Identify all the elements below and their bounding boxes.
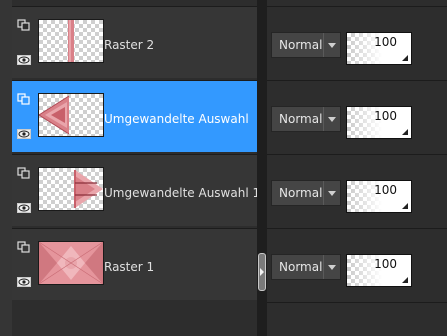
layer-list: Raster 2 Umgewandelte Auswahl Umgewandel… bbox=[12, 6, 261, 302]
layer-link-icon[interactable] bbox=[17, 19, 31, 31]
layer-name: Umgewandelte Auswahl 1 bbox=[104, 186, 261, 200]
layer-name: Raster 2 bbox=[104, 38, 155, 52]
blend-mode-dropdown[interactable]: Normal bbox=[271, 254, 341, 280]
layer-row-raster-1[interactable]: Raster 1 bbox=[12, 228, 257, 300]
layer-thumbnail bbox=[38, 93, 104, 137]
eye-icon[interactable] bbox=[17, 128, 31, 140]
blend-mode-dropdown[interactable]: Normal bbox=[271, 32, 341, 58]
layer-properties-row: Normal 100 bbox=[267, 80, 447, 152]
blend-mode-dropdown[interactable]: Normal bbox=[271, 180, 341, 206]
opacity-slider[interactable]: 100 bbox=[346, 180, 412, 213]
blend-mode-value: Normal bbox=[279, 260, 323, 274]
layer-link-icon[interactable] bbox=[17, 241, 31, 253]
eye-icon[interactable] bbox=[17, 276, 31, 288]
layer-properties-row: Normal 100 bbox=[267, 6, 447, 78]
blend-mode-value: Normal bbox=[279, 38, 323, 52]
layer-properties-column: Normal 100 Normal 100 Normal 100 Normal bbox=[267, 0, 447, 336]
opacity-slider[interactable]: 100 bbox=[346, 32, 412, 65]
opacity-value: 100 bbox=[374, 35, 397, 49]
layer-row-umgewandelte-auswahl[interactable]: Umgewandelte Auswahl bbox=[12, 80, 257, 152]
blend-mode-value: Normal bbox=[279, 112, 323, 126]
opacity-value: 100 bbox=[374, 183, 397, 197]
layer-row-raster-2[interactable]: Raster 2 bbox=[12, 6, 257, 78]
opacity-slider[interactable]: 100 bbox=[346, 106, 412, 139]
resize-corner-icon bbox=[402, 55, 408, 61]
eye-icon[interactable] bbox=[17, 202, 31, 214]
opacity-slider[interactable]: 100 bbox=[346, 254, 412, 287]
opacity-value: 100 bbox=[374, 109, 397, 123]
layer-thumbnail bbox=[38, 19, 104, 63]
resize-corner-icon bbox=[402, 203, 408, 209]
layer-link-icon[interactable] bbox=[17, 93, 31, 105]
chevron-down-icon[interactable] bbox=[323, 181, 340, 205]
layer-properties-row: Normal 100 bbox=[267, 154, 447, 226]
layer-name: Umgewandelte Auswahl bbox=[104, 112, 249, 126]
layer-properties-row-empty bbox=[267, 302, 447, 336]
layer-thumbnail bbox=[38, 167, 104, 211]
layer-thumbnail bbox=[38, 241, 104, 285]
splitter-handle-icon[interactable] bbox=[258, 253, 266, 291]
eye-icon[interactable] bbox=[17, 54, 31, 66]
layer-link-icon[interactable] bbox=[17, 167, 31, 179]
left-gutter bbox=[0, 0, 12, 336]
layer-row-umgewandelte-auswahl-1[interactable]: Umgewandelte Auswahl 1 bbox=[12, 154, 261, 226]
chevron-down-icon[interactable] bbox=[323, 33, 340, 57]
chevron-down-icon[interactable] bbox=[323, 255, 340, 279]
chevron-down-icon[interactable] bbox=[323, 107, 340, 131]
layer-name: Raster 1 bbox=[104, 260, 155, 274]
blend-mode-value: Normal bbox=[279, 186, 323, 200]
opacity-value: 100 bbox=[374, 257, 397, 271]
blend-mode-dropdown[interactable]: Normal bbox=[271, 106, 341, 132]
resize-corner-icon bbox=[402, 129, 408, 135]
resize-corner-icon bbox=[402, 277, 408, 283]
layer-properties-row: Normal 100 bbox=[267, 228, 447, 300]
